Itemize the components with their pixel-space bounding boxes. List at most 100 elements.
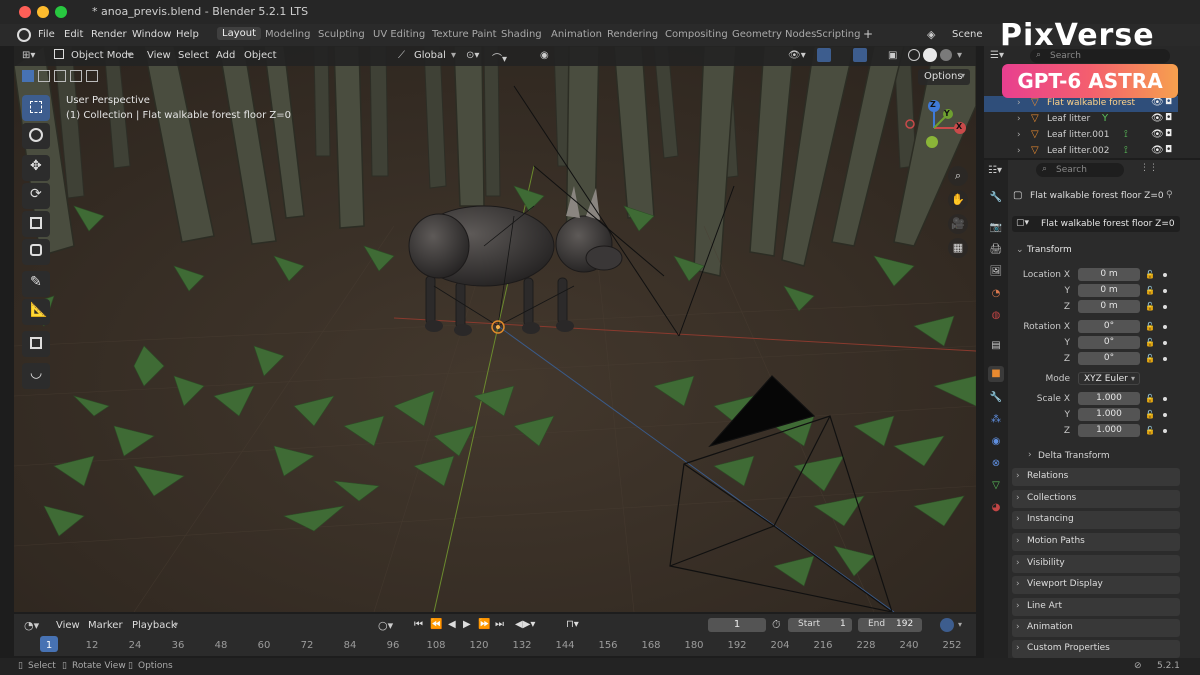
current-frame-field[interactable]: 1: [708, 618, 766, 632]
cursor-tool[interactable]: [22, 123, 50, 149]
physics-tab-icon[interactable]: ◉: [988, 434, 1004, 450]
world-tab-icon[interactable]: ◍: [988, 308, 1004, 324]
rotation-mode-dropdown[interactable]: XYZ Euler ▾: [1078, 372, 1140, 385]
tab-layout[interactable]: Layout: [217, 27, 261, 40]
animation-panel[interactable]: › Animation: [1012, 619, 1180, 637]
lock-icon[interactable]: 🔓: [1145, 322, 1155, 331]
select-subtract-icon[interactable]: [54, 70, 66, 82]
play-icon[interactable]: ▶: [463, 619, 471, 630]
eye-icon[interactable]: 👁: [1151, 97, 1164, 108]
properties-search-input[interactable]: ⌕ Search: [1036, 163, 1124, 177]
tab-compositing[interactable]: Compositing: [665, 29, 728, 40]
lock-icon[interactable]: 🔓: [1145, 410, 1155, 419]
timeline-menu-playback[interactable]: Playback: [132, 620, 177, 631]
tab-modeling[interactable]: Modeling: [265, 29, 311, 40]
wireframe-shading-icon[interactable]: [908, 49, 920, 61]
collection-tab-icon[interactable]: ▤: [988, 338, 1004, 354]
blender-logo-icon[interactable]: [17, 28, 31, 42]
timeline-editor-icon[interactable]: ◔▾: [24, 619, 39, 632]
select-extend-icon[interactable]: [38, 70, 50, 82]
camera-render-icon[interactable]: ◘: [1165, 145, 1172, 155]
eye-icon[interactable]: 👁: [1151, 129, 1164, 140]
menu-window[interactable]: Window: [132, 29, 171, 40]
measure-tool[interactable]: 📐: [22, 299, 50, 325]
pin-icon[interactable]: ⋮⋮: [1140, 163, 1158, 173]
render-tab-icon[interactable]: 📷: [988, 220, 1004, 236]
transform-panel-header[interactable]: ⌄ Transform: [1012, 242, 1180, 260]
camera-view-icon[interactable]: 🎥: [948, 214, 968, 234]
select-invert-icon[interactable]: [70, 70, 82, 82]
camera-render-icon[interactable]: ◘: [1165, 129, 1172, 139]
viewport-display-panel[interactable]: › Viewport Display: [1012, 576, 1180, 594]
select-box-tool[interactable]: [22, 95, 50, 121]
scale-z-field[interactable]: 1.000: [1078, 424, 1140, 437]
scene-selector[interactable]: Scene: [952, 29, 983, 40]
overlay-toggle-icon[interactable]: [853, 48, 867, 62]
timeline-menu-marker[interactable]: Marker: [88, 620, 123, 631]
jump-start-icon[interactable]: ⏮: [414, 619, 423, 630]
select-box-icon[interactable]: [22, 70, 34, 82]
particles-tab-icon[interactable]: ⁂: [988, 412, 1004, 428]
expand-icon[interactable]: ›: [1017, 130, 1021, 140]
lock-icon[interactable]: 🔓: [1145, 270, 1155, 279]
viewport-menu-view[interactable]: View: [147, 50, 171, 61]
timeline-menu-view[interactable]: View: [56, 620, 80, 631]
3d-viewport[interactable]: [14, 46, 976, 612]
object-tab-icon[interactable]: ■: [988, 366, 1004, 382]
auto-keying-icon[interactable]: ⊓▾: [566, 619, 579, 630]
outliner-row-leaf-litter-002[interactable]: › ▽ Leaf litter.002 ⟟ 👁 ◘: [984, 144, 1178, 160]
proportional-edit-icon[interactable]: ◉: [540, 50, 549, 61]
expand-icon[interactable]: ›: [1017, 98, 1021, 108]
line-art-panel[interactable]: › Line Art: [1012, 598, 1180, 616]
play-reverse-icon[interactable]: ◀: [448, 619, 456, 630]
tab-sculpting[interactable]: Sculpting: [318, 29, 365, 40]
lock-icon[interactable]: 🔓: [1145, 354, 1155, 363]
navigation-gizmo[interactable]: X Z Y: [902, 96, 974, 156]
start-frame-field[interactable]: Start 1: [788, 618, 852, 632]
camera-render-icon[interactable]: ◘: [1165, 113, 1172, 123]
editor-type-icon[interactable]: ⊞▾: [22, 50, 35, 61]
next-keyframe-icon[interactable]: ⏩: [478, 619, 490, 630]
keyframe-dot-icon[interactable]: [1163, 289, 1167, 293]
tab-scripting[interactable]: Scripting: [816, 29, 860, 40]
xray-icon[interactable]: ▣: [888, 50, 897, 61]
expand-icon[interactable]: ›: [1017, 114, 1021, 124]
delta-transform-subpanel[interactable]: › Delta Transform: [1024, 448, 1174, 464]
material-tab-icon[interactable]: ◕: [988, 500, 1004, 516]
keyframe-dot-icon[interactable]: [1163, 397, 1167, 401]
object-mode-dropdown[interactable]: Object Mode: [71, 50, 134, 61]
close-window-button[interactable]: [19, 6, 31, 18]
scene-icon[interactable]: ◈: [927, 28, 935, 41]
timeline-sync-icon[interactable]: [940, 618, 954, 632]
instancing-panel[interactable]: › Instancing: [1012, 511, 1180, 529]
maximize-window-button[interactable]: [55, 6, 67, 18]
keyframe-dot-icon[interactable]: [1163, 413, 1167, 417]
annotate-tool[interactable]: ✎: [22, 271, 50, 297]
tool-tab-icon[interactable]: 🔧: [988, 190, 1004, 206]
properties-editor-icon[interactable]: ☷▾: [988, 165, 1002, 176]
output-tab-icon[interactable]: 🖨: [988, 242, 1004, 258]
rotate-tool[interactable]: ⟳: [22, 183, 50, 209]
pin-icon[interactable]: ⚲: [1166, 190, 1173, 200]
tab-texture-paint[interactable]: Texture Paint: [432, 29, 497, 40]
visibility-panel[interactable]: › Visibility: [1012, 555, 1180, 573]
menu-help[interactable]: Help: [176, 29, 199, 40]
data-tab-icon[interactable]: ▽: [988, 478, 1004, 494]
eye-icon[interactable]: 👁: [1151, 113, 1164, 124]
keyframe-dot-icon[interactable]: [1163, 429, 1167, 433]
minimize-window-button[interactable]: [37, 6, 49, 18]
lock-icon[interactable]: 🔓: [1145, 338, 1155, 347]
transform-tool[interactable]: [22, 239, 50, 265]
scale-y-field[interactable]: 1.000: [1078, 408, 1140, 421]
lock-icon[interactable]: 🔓: [1145, 426, 1155, 435]
tab-shading[interactable]: Shading: [501, 29, 542, 40]
camera-render-icon[interactable]: ◘: [1165, 97, 1172, 107]
selection-mode-icons[interactable]: [22, 70, 98, 84]
transform-orientation-dropdown[interactable]: Global: [414, 50, 446, 61]
menu-render[interactable]: Render: [91, 29, 127, 40]
options-button[interactable]: Options ▾: [918, 69, 970, 85]
jump-end-icon[interactable]: ⏭: [495, 619, 504, 630]
pivot-point-icon[interactable]: ⊙▾: [466, 50, 479, 61]
add-workspace-icon[interactable]: +: [863, 27, 873, 41]
snap-icon[interactable]: ⌒▾: [492, 50, 507, 65]
